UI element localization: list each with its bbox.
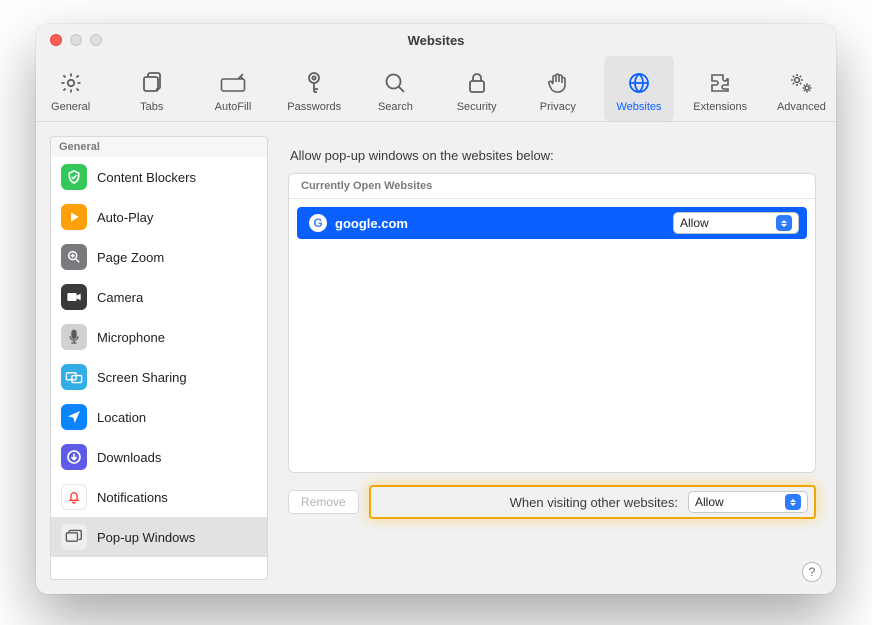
download-icon: [61, 444, 87, 470]
tab-tabs[interactable]: Tabs: [117, 56, 186, 121]
windows-icon: [61, 524, 87, 550]
tab-extensions[interactable]: Extensions: [686, 56, 755, 121]
tab-advanced[interactable]: Advanced: [767, 56, 836, 121]
site-permission-select[interactable]: Allow: [673, 212, 799, 234]
tab-passwords[interactable]: Passwords: [280, 56, 349, 121]
sidebar-item-label: Microphone: [97, 330, 165, 345]
puzzle-icon: [706, 69, 734, 97]
window-title: Websites: [408, 33, 465, 48]
site-table-header: Currently Open Websites: [289, 174, 815, 199]
key-icon: [300, 69, 328, 97]
other-websites-label: When visiting other websites:: [510, 495, 678, 510]
location-arrow-icon: [61, 404, 87, 430]
sidebar-item-page-zoom[interactable]: Page Zoom: [51, 237, 267, 277]
sidebar-section-header: General: [51, 137, 267, 157]
other-websites-highlight: When visiting other websites: Allow: [369, 485, 816, 519]
site-row-label: G google.com: [309, 214, 408, 232]
sidebar-item-label: Pop-up Windows: [97, 530, 195, 545]
minimize-button[interactable]: [70, 34, 82, 46]
tab-label: AutoFill: [215, 101, 252, 113]
sidebar-item-downloads[interactable]: Downloads: [51, 437, 267, 477]
lock-icon: [463, 69, 491, 97]
sidebar-item-camera[interactable]: Camera: [51, 277, 267, 317]
globe-icon: [625, 69, 653, 97]
microphone-icon: [61, 324, 87, 350]
tab-general[interactable]: General: [36, 56, 105, 121]
close-button[interactable]: [50, 34, 62, 46]
sidebar-item-label: Auto-Play: [97, 210, 153, 225]
tab-autofill[interactable]: AutoFill: [198, 56, 267, 121]
sidebar-item-label: Location: [97, 410, 146, 425]
site-permission-value: Allow: [680, 216, 709, 230]
hand-icon: [544, 69, 572, 97]
body: General Content Blockers Auto-Play: [36, 122, 836, 594]
site-table: Currently Open Websites G google.com All…: [288, 173, 816, 473]
tab-search[interactable]: Search: [361, 56, 430, 121]
play-icon: [61, 204, 87, 230]
tab-label: Security: [457, 101, 497, 113]
content-pane: Allow pop-up windows on the websites bel…: [282, 136, 822, 580]
other-websites-select[interactable]: Allow: [688, 491, 808, 513]
autofill-icon: [219, 69, 247, 97]
remove-button[interactable]: Remove: [288, 490, 359, 514]
sidebar-item-label: Camera: [97, 290, 143, 305]
sidebar: General Content Blockers Auto-Play: [50, 136, 268, 580]
other-websites-value: Allow: [695, 495, 724, 509]
sidebar-item-content-blockers[interactable]: Content Blockers: [51, 157, 267, 197]
sidebar-item-notifications[interactable]: Notifications: [51, 477, 267, 517]
tab-label: Extensions: [693, 101, 747, 113]
zoom-icon: [61, 244, 87, 270]
sidebar-item-label: Page Zoom: [97, 250, 164, 265]
sidebar-item-label: Screen Sharing: [97, 370, 187, 385]
tabs-icon: [138, 69, 166, 97]
gear-icon: [57, 69, 85, 97]
prefs-toolbar: General Tabs AutoFill Pass: [36, 56, 836, 122]
sidebar-item-popup-windows[interactable]: Pop-up Windows: [51, 517, 267, 557]
bell-icon: [61, 484, 87, 510]
sidebar-item-screen-sharing[interactable]: Screen Sharing: [51, 357, 267, 397]
tab-label: Passwords: [287, 101, 341, 113]
sidebar-item-auto-play[interactable]: Auto-Play: [51, 197, 267, 237]
preferences-window: Websites General Tabs: [36, 24, 836, 594]
tab-label: Websites: [616, 101, 661, 113]
traffic-lights: [50, 34, 102, 46]
tab-websites[interactable]: Websites: [604, 56, 673, 121]
tab-label: Tabs: [140, 101, 163, 113]
search-icon: [381, 69, 409, 97]
content-heading: Allow pop-up windows on the websites bel…: [290, 148, 814, 163]
maximize-button[interactable]: [90, 34, 102, 46]
site-domain: google.com: [335, 216, 408, 231]
footer-row: Remove When visiting other websites: All…: [288, 485, 816, 519]
sidebar-item-label: Content Blockers: [97, 170, 196, 185]
chevron-updown-icon: [776, 215, 792, 231]
gears-icon: [787, 69, 815, 97]
tab-label: Privacy: [540, 101, 576, 113]
tab-label: Search: [378, 101, 413, 113]
titlebar: Websites: [36, 24, 836, 56]
tab-privacy[interactable]: Privacy: [523, 56, 592, 121]
tab-label: Advanced: [777, 101, 826, 113]
chevron-updown-icon: [785, 494, 801, 510]
site-row[interactable]: G google.com Allow: [297, 207, 807, 239]
shield-check-icon: [61, 164, 87, 190]
sidebar-item-label: Notifications: [97, 490, 168, 505]
google-favicon-icon: G: [309, 214, 327, 232]
sidebar-item-location[interactable]: Location: [51, 397, 267, 437]
tab-security[interactable]: Security: [442, 56, 511, 121]
help-button[interactable]: ?: [802, 562, 822, 582]
sidebar-item-label: Downloads: [97, 450, 161, 465]
tab-label: General: [51, 101, 90, 113]
sidebar-item-microphone[interactable]: Microphone: [51, 317, 267, 357]
screens-icon: [61, 364, 87, 390]
camera-icon: [61, 284, 87, 310]
